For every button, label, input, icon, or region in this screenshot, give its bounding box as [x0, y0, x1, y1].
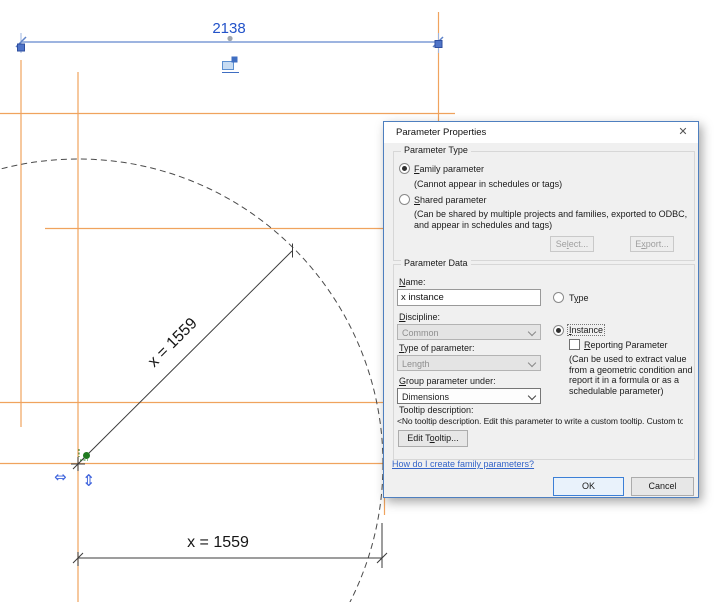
- dialog-title: Parameter Properties: [396, 127, 487, 138]
- flip-horizontal-icon[interactable]: ⇔: [54, 468, 67, 486]
- radial-dimension-line[interactable]: [80, 250, 293, 462]
- close-icon[interactable]: ✕: [674, 124, 692, 141]
- shared-parameter-label: Shared parameter: [414, 195, 487, 205]
- instance-radio-label: Instance: [566, 324, 606, 336]
- type-of-parameter-select: Length: [397, 355, 541, 371]
- reporting-parameter-label: Reporting Parameter: [584, 340, 668, 350]
- parameter-properties-dialog: Parameter Properties ✕ Parameter Type Fa…: [383, 121, 699, 498]
- bottom-dimension-text[interactable]: x = 1559: [187, 534, 249, 551]
- group-parameter-select[interactable]: Dimensions: [397, 388, 541, 404]
- shared-parameter-note: (Can be shared by multiple projects and …: [414, 209, 688, 230]
- edit-tooltip-button[interactable]: Edit Tooltip...: [398, 430, 468, 447]
- dimension-grip-left[interactable]: [17, 43, 25, 52]
- family-parameter-radio[interactable]: [399, 163, 410, 174]
- parameter-type-legend: Parameter Type: [401, 145, 471, 155]
- chevron-down-icon: [527, 358, 537, 368]
- name-label: Name:: [399, 277, 426, 287]
- reporting-parameter-checkbox[interactable]: [569, 339, 580, 350]
- discipline-select: Common: [397, 324, 541, 340]
- chevron-down-icon: [527, 391, 537, 401]
- discipline-label: Discipline:: [399, 312, 441, 322]
- origin-point[interactable]: [83, 452, 90, 459]
- reporting-parameter-note: (Can be used to extract value from a geo…: [569, 354, 693, 396]
- dimension-text-grip[interactable]: [227, 35, 233, 42]
- parameter-data-legend: Parameter Data: [401, 258, 471, 268]
- dimension-label-icon[interactable]: [222, 56, 239, 73]
- help-link[interactable]: How do I create family parameters?: [392, 459, 534, 469]
- type-radio[interactable]: [553, 292, 564, 303]
- tooltip-description-label: Tooltip description:: [399, 405, 474, 415]
- dimension-grip-right[interactable]: [434, 40, 443, 48]
- top-dimension-value[interactable]: 2138: [212, 20, 245, 37]
- group-parameter-value: Dimensions: [402, 392, 450, 402]
- family-parameter-label: Family parameter: [414, 164, 485, 174]
- discipline-value: Common: [402, 328, 439, 338]
- shared-parameter-radio[interactable]: [399, 194, 410, 205]
- chevron-down-icon: [527, 327, 537, 337]
- family-parameter-note: (Cannot appear in schedules or tags): [414, 179, 563, 189]
- export-button: Export...: [630, 236, 674, 252]
- flip-vertical-icon[interactable]: ⇕: [82, 471, 95, 490]
- radial-dimension-text[interactable]: x = 1559: [145, 315, 201, 371]
- cancel-button[interactable]: Cancel: [631, 477, 694, 496]
- type-of-parameter-value: Length: [402, 359, 430, 369]
- instance-radio[interactable]: [553, 325, 564, 336]
- type-radio-label: Type: [569, 293, 589, 303]
- select-button: Select...: [550, 236, 594, 252]
- ok-button[interactable]: OK: [553, 477, 624, 496]
- type-of-parameter-label: Type of parameter:: [399, 343, 475, 353]
- radial-dimension: [71, 243, 293, 471]
- name-input[interactable]: x instance: [397, 289, 541, 306]
- tooltip-description-text: <No tooltip description. Edit this param…: [397, 416, 683, 426]
- group-parameter-label: Group parameter under:: [399, 376, 496, 386]
